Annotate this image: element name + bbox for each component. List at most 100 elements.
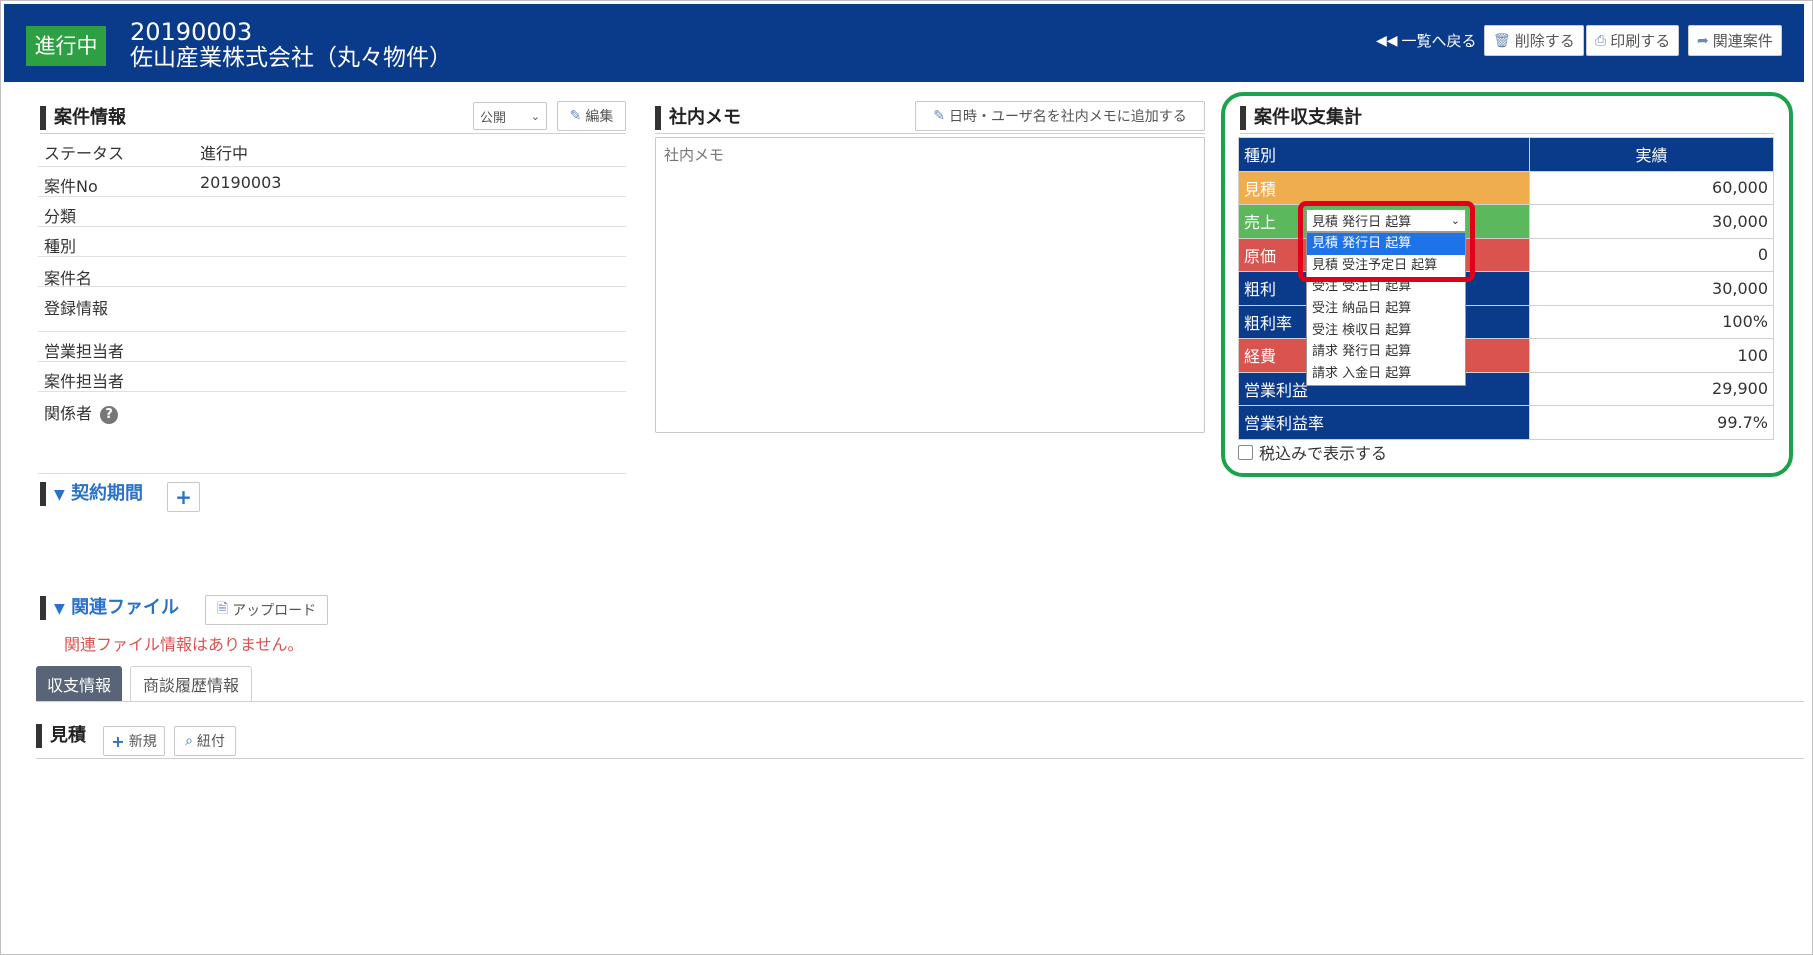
summary-divider: [1240, 133, 1774, 134]
summary-value: 0: [1529, 237, 1774, 272]
contract-period-title: 契約期間: [71, 483, 144, 504]
dropdown-option[interactable]: 請求 発行日 起算: [1307, 341, 1465, 363]
contract-period-section[interactable]: ▼ 契約期間: [40, 482, 143, 506]
trash-icon: 🗑: [1493, 32, 1511, 49]
dropdown-option[interactable]: 受注 検収日 起算: [1307, 320, 1465, 342]
pencil-icon: ✎: [569, 108, 582, 124]
edit-button[interactable]: ✎ 編集: [557, 101, 626, 131]
related-files-title: 関連ファイル: [71, 597, 180, 618]
summary-row: 営業利益率 99.7%: [1238, 405, 1774, 440]
summary-title: 案件収支集計: [1240, 106, 1362, 130]
case-info-divider: [40, 133, 626, 134]
summary-value: 30,000: [1529, 204, 1774, 239]
triangle-down-icon: ▼: [54, 601, 65, 617]
back-to-list-link[interactable]: ◀◀ 一覧へ戻る: [1376, 26, 1477, 56]
page-title: 佐山産業株式会社（丸々物件）: [130, 45, 452, 71]
summary-label: 営業利益率: [1238, 405, 1530, 440]
related-files-section[interactable]: ▼ 関連ファイル: [40, 596, 179, 620]
info-row-status: ステータス 進行中: [38, 137, 626, 167]
info-key: ステータス: [44, 144, 125, 163]
upload-button[interactable]: 🗎 アップロード: [205, 595, 328, 625]
visibility-value: 公開: [480, 110, 507, 126]
link-estimate-button[interactable]: ⌕ 紐付: [174, 726, 236, 756]
header-bar: 進行中 20190003 佐山産業株式会社（丸々物件） ◀◀ 一覧へ戻る 🗑 削…: [4, 4, 1804, 82]
info-key: 分類: [44, 207, 77, 226]
info-key: 関係者: [44, 404, 93, 423]
chevron-down-icon: ⌄: [530, 109, 540, 123]
column-header-type: 種別: [1238, 137, 1530, 172]
tab-negotiation-history[interactable]: 商談履歴情報: [130, 666, 252, 701]
upload-label: アップロード: [232, 603, 317, 619]
new-estimate-button[interactable]: + 新規: [103, 726, 165, 756]
info-row-type: 種別: [38, 227, 626, 257]
plus-icon: +: [111, 731, 125, 751]
delete-button[interactable]: 🗑 削除する: [1484, 25, 1584, 56]
memo-divider: [655, 133, 1205, 134]
estimate-title: 見積: [36, 724, 86, 748]
tax-included-label: 税込みで表示する: [1259, 444, 1388, 463]
annotation-highlight-box: [1298, 201, 1475, 282]
dropdown-option[interactable]: 請求 入金日 起算: [1307, 363, 1465, 385]
printer-icon: ⎙: [1595, 32, 1607, 49]
summary-row: 見積 60,000: [1238, 170, 1774, 205]
no-files-message: 関連ファイル情報はありません。: [64, 635, 304, 654]
summary-value: 100: [1529, 338, 1774, 373]
info-row-case-rep: 案件担当者: [38, 362, 626, 392]
back-to-list-label: 一覧へ戻る: [1401, 32, 1477, 50]
info-row-case-no: 案件No 20190003: [38, 167, 626, 197]
tax-included-checkbox[interactable]: [1238, 444, 1253, 460]
info-key: 案件No: [44, 177, 98, 196]
add-contract-button[interactable]: +: [167, 482, 200, 512]
summary-label: 見積: [1238, 170, 1530, 205]
dropdown-option[interactable]: 受注 納品日 起算: [1307, 298, 1465, 320]
info-key: 種別: [44, 237, 77, 256]
summary-value: 99.7%: [1529, 405, 1774, 440]
summary-header-row: 種別 実績: [1238, 137, 1774, 172]
visibility-select[interactable]: 公開 ⌄: [473, 102, 547, 130]
print-label: 印刷する: [1610, 32, 1671, 50]
tab-bar-divider: [36, 701, 1804, 702]
link-label: 紐付: [196, 734, 225, 750]
delete-label: 削除する: [1514, 32, 1575, 50]
info-row-sales-rep: 営業担当者: [38, 332, 626, 362]
print-button[interactable]: ⎙ 印刷する: [1586, 25, 1680, 56]
add-timestamp-label: 日時・ユーザ名を社内メモに追加する: [949, 109, 1187, 125]
share-arrow-icon: ➦: [1697, 32, 1709, 49]
info-row-registration: 登録情報: [38, 287, 626, 332]
info-row-category: 分類: [38, 197, 626, 227]
tab-finance-info[interactable]: 収支情報: [36, 666, 122, 701]
new-label: 新規: [128, 734, 157, 750]
triangle-down-icon: ▼: [54, 487, 65, 503]
double-chevron-left-icon: ◀◀: [1376, 33, 1398, 49]
case-number: 20190003: [130, 18, 253, 46]
add-timestamp-button[interactable]: ✎ 日時・ユーザ名を社内メモに追加する: [915, 101, 1205, 131]
related-cases-button[interactable]: ➦ 関連案件: [1688, 25, 1782, 56]
question-icon[interactable]: ?: [100, 405, 119, 424]
summary-value: 29,900: [1529, 371, 1774, 406]
estimate-divider: [36, 758, 1804, 759]
info-value: 20190003: [200, 173, 282, 192]
info-key: 登録情報: [44, 299, 109, 318]
file-icon: 🗎: [216, 601, 229, 617]
summary-value: 100%: [1529, 304, 1774, 339]
info-key: 案件名: [44, 269, 93, 288]
info-row-case-name: 案件名: [38, 257, 626, 288]
info-value: 進行中: [200, 144, 249, 163]
pencil-icon: ✎: [933, 108, 945, 124]
related-cases-label: 関連案件: [1712, 32, 1773, 50]
memo-textarea[interactable]: [655, 137, 1205, 433]
column-header-actual: 実績: [1529, 137, 1774, 172]
memo-title: 社内メモ: [655, 106, 741, 130]
status-badge: 進行中: [26, 26, 106, 66]
tax-included-option[interactable]: 税込みで表示する: [1238, 440, 1387, 464]
case-info-title: 案件情報: [40, 106, 126, 130]
plus-icon: +: [175, 485, 192, 509]
summary-value: 30,000: [1529, 271, 1774, 306]
info-key-with-help: 関係者?: [44, 400, 119, 424]
info-row-stakeholders: 関係者?: [38, 392, 626, 474]
search-icon: ⌕: [185, 733, 193, 749]
summary-value: 60,000: [1529, 170, 1774, 205]
info-key: 案件担当者: [44, 372, 125, 391]
edit-label: 編集: [585, 109, 614, 125]
info-key: 営業担当者: [44, 342, 125, 361]
